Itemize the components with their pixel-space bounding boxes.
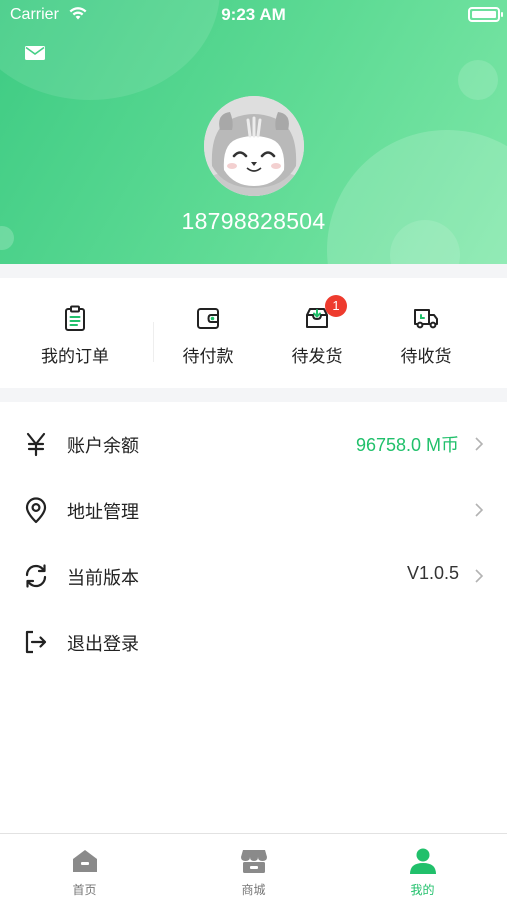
balance-value: 96758.0 M币 [355,435,459,455]
mail-icon[interactable] [24,44,46,66]
order-label: 我的订单 [41,347,109,367]
user-icon [408,846,438,876]
decor-bubble [458,60,498,100]
order-label: 待发货 [291,347,343,367]
menu-label: 退出登录 [67,634,139,655]
menu-item-version[interactable]: 当前版本 V1.0.5 [0,543,507,609]
chevron-right-icon [473,567,485,585]
order-label: 待收货 [400,347,452,367]
menu-label: 地址管理 [67,502,139,523]
order-pending-receipt[interactable]: 待收货 [363,278,489,388]
battery-icon [468,7,503,22]
version-value: V1.0.5 [406,563,459,583]
order-my-orders[interactable]: 我的订单 [12,278,138,388]
logout-icon [22,628,50,656]
yen-icon [22,430,50,458]
order-shortcuts: 我的订单 待付款 待发货 待收货 [0,278,507,388]
tab-home[interactable]: 首页 [0,834,169,900]
profile-header: Carrier 9:23 AM 18798828504 [0,0,507,264]
tab-bar: 首页 商城 我的 [0,833,507,900]
chevron-right-icon [473,501,485,519]
menu-label: 当前版本 [67,568,139,589]
chevron-right-icon [473,435,485,453]
user-phone: 18798828504 [181,208,326,234]
order-pending-payment[interactable]: 待付款 [145,278,271,388]
clipboard-list-icon [61,304,89,332]
tab-label: 我的 [410,883,435,897]
section-gap [0,388,507,402]
menu-item-balance[interactable]: 账户余额 96758.0 M币 [0,411,507,477]
wallet-icon [194,304,222,332]
order-label: 待付款 [182,347,234,367]
order-count-badge: 1 [325,295,347,317]
home-icon [70,846,100,876]
menu-label: 账户余额 [67,436,139,457]
clock: 9:23 AM [221,5,286,24]
avatar[interactable] [204,96,304,196]
store-icon [239,846,269,876]
status-bar: Carrier 9:23 AM [0,0,507,32]
tab-store[interactable]: 商城 [169,834,338,900]
location-pin-icon [22,496,50,524]
tab-label: 首页 [72,883,97,897]
refresh-icon [22,562,50,590]
menu-item-address[interactable]: 地址管理 [0,477,507,543]
divider [153,322,154,362]
tab-mine[interactable]: 我的 [338,834,507,900]
order-pending-shipment[interactable]: 待发货 [254,278,380,388]
section-gap [0,264,507,278]
tab-label: 商城 [241,883,266,897]
menu-item-logout[interactable]: 退出登录 [0,609,507,675]
truck-icon [412,304,440,332]
